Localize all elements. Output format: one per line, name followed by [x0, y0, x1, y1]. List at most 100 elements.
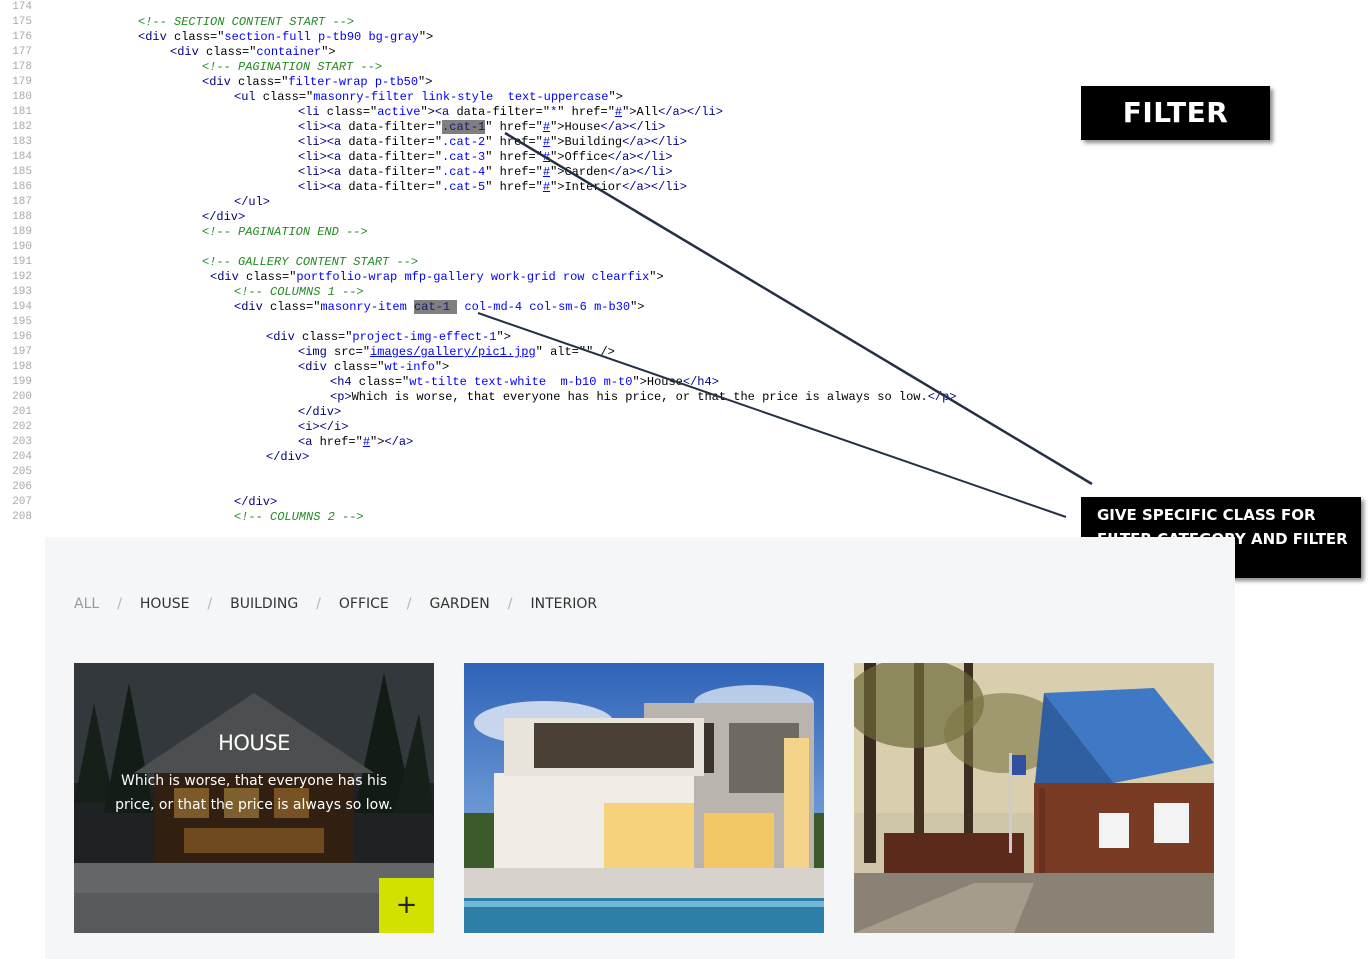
- filter-separator: /: [406, 596, 412, 612]
- line-number: 193: [12, 286, 32, 298]
- code-token: #: [542, 150, 551, 164]
- code-text: <a href="#"></a>: [298, 435, 413, 450]
- code-text: <h4 class="wt-tilte text-white m-b10 m-t…: [330, 375, 719, 390]
- code-token: ">Office: [550, 150, 608, 164]
- filter-separator: /: [117, 596, 122, 612]
- code-token: </a>: [384, 435, 414, 449]
- filter-garden[interactable]: GARDEN: [429, 596, 489, 612]
- gallery-item-office[interactable]: [854, 663, 1214, 933]
- code-line: 198 <div class="wt-info">: [0, 360, 1369, 375]
- line-number: 197: [12, 346, 32, 358]
- code-text: <li><a data-filter=".cat-1" href="#">Hou…: [298, 120, 665, 135]
- code-token: ">House: [632, 375, 683, 389]
- line-number: 184: [12, 151, 32, 163]
- code-line: 185 <li><a data-filter=".cat-4" href="#">…: [0, 165, 1369, 180]
- filter-office[interactable]: OFFICE: [339, 596, 389, 612]
- code-token: images/gallery/pic1.jpg: [370, 345, 536, 359]
- code-line: 206: [0, 480, 1369, 495]
- line-number: 205: [12, 466, 32, 478]
- line-number: 194: [12, 301, 32, 313]
- code-token: href=": [312, 435, 363, 449]
- code-token: " href=": [485, 165, 543, 179]
- code-token: " alt="" />: [535, 345, 615, 359]
- code-token: </a></li>: [607, 150, 673, 164]
- code-token: ">: [321, 45, 336, 59]
- code-token: data-filter=": [341, 180, 443, 194]
- plus-icon[interactable]: +: [379, 878, 434, 933]
- code-token: " href=": [485, 150, 543, 164]
- code-token: </p>: [927, 390, 957, 404]
- filter-all[interactable]: ALL: [74, 596, 99, 612]
- code-token: ">: [418, 30, 434, 44]
- line-number: 182: [12, 121, 32, 133]
- line-number: 183: [12, 136, 32, 148]
- code-line: 196 <div class="project-img-effect-1">: [0, 330, 1369, 345]
- code-line: 201 </div>: [0, 405, 1369, 420]
- code-token: #: [362, 435, 371, 449]
- code-text: <!-- COLUMNS 1 -->: [234, 285, 364, 300]
- code-token: </div>: [202, 210, 246, 224]
- code-text: </div>: [266, 450, 309, 465]
- filter-interior[interactable]: INTERIOR: [530, 596, 597, 612]
- code-token: ">: [434, 360, 450, 374]
- code-token: ">: [608, 90, 623, 104]
- code-text: <div class="portfolio-wrap mfp-gallery w…: [210, 270, 664, 285]
- code-text: <!-- PAGINATION END -->: [202, 225, 368, 240]
- code-token: ">All: [622, 105, 659, 119]
- code-token: <a: [298, 435, 313, 449]
- code-token: class=": [294, 330, 353, 344]
- code-token: .cat-3: [442, 150, 486, 164]
- code-line: 189 <!-- PAGINATION END -->: [0, 225, 1369, 240]
- code-token: <!-- COLUMNS 2 -->: [234, 510, 364, 524]
- code-line: 186 <li><a data-filter=".cat-5" href="#">…: [0, 180, 1369, 195]
- code-token: masonry-item: [320, 300, 415, 314]
- filter-building[interactable]: BUILDING: [230, 596, 298, 612]
- line-number: 204: [12, 451, 32, 463]
- line-number: 175: [12, 16, 32, 28]
- code-text: <ul class="masonry-filter link-style tex…: [234, 90, 623, 105]
- code-token: class=": [198, 45, 257, 59]
- code-token: <h4: [330, 375, 352, 389]
- code-line: 184 <li><a data-filter=".cat-3" href="#">…: [0, 150, 1369, 165]
- code-token: ">: [630, 300, 645, 314]
- line-number: 206: [12, 481, 32, 493]
- code-line: 195: [0, 315, 1369, 330]
- code-token: #: [542, 120, 551, 134]
- code-text: <li><a data-filter=".cat-5" href="#">Int…: [298, 180, 687, 195]
- filter-house[interactable]: HOUSE: [140, 596, 190, 612]
- code-token: class=": [319, 105, 378, 119]
- code-line: 205: [0, 465, 1369, 480]
- code-token: active: [377, 105, 421, 119]
- code-token: #: [542, 180, 551, 194]
- line-number: 199: [12, 376, 32, 388]
- code-token: <!-- GALLERY CONTENT START -->: [202, 255, 419, 269]
- code-text: <div class="section-full p-tb90 bg-gray"…: [138, 30, 433, 45]
- code-token: ">: [420, 105, 435, 119]
- code-token: ">Interior: [550, 180, 623, 194]
- line-number: 181: [12, 106, 32, 118]
- code-line: 174: [0, 0, 1369, 15]
- code-token: ">: [418, 75, 433, 89]
- code-line: 199 <h4 class="wt-tilte text-white m-b10 …: [0, 375, 1369, 390]
- callout-line: GIVE SPECIFIC CLASS FOR: [1097, 506, 1316, 524]
- gallery-item-building[interactable]: [464, 663, 824, 933]
- code-token: container: [256, 45, 322, 59]
- code-line: 192 <div class="portfolio-wrap mfp-galler…: [0, 270, 1369, 285]
- code-token: class=": [262, 300, 321, 314]
- code-token: <div: [298, 360, 327, 374]
- gallery-item-house[interactable]: HOUSE Which is worse, that everyone has …: [74, 663, 434, 933]
- code-text: <li><a data-filter=".cat-3" href="#">Off…: [298, 150, 673, 165]
- line-number: 190: [12, 241, 32, 253]
- code-token: cat-1: [414, 300, 458, 314]
- portfolio-section: ALL / HOUSE / BUILDING / OFFICE / GARDEN…: [45, 537, 1235, 959]
- line-number: 192: [12, 271, 32, 283]
- code-line: 175 <!-- SECTION CONTENT START -->: [0, 15, 1369, 30]
- code-token: <li><a: [298, 150, 342, 164]
- code-token: </div>: [298, 405, 342, 419]
- code-token: wt-tilte text-white m-b10 m-t0: [409, 375, 633, 389]
- code-token: </h4>: [682, 375, 719, 389]
- code-token: <div: [210, 270, 239, 284]
- code-line: 204 </div>: [0, 450, 1369, 465]
- code-text: <!-- SECTION CONTENT START -->: [138, 15, 354, 30]
- code-line: 178 <!-- PAGINATION START -->: [0, 60, 1369, 75]
